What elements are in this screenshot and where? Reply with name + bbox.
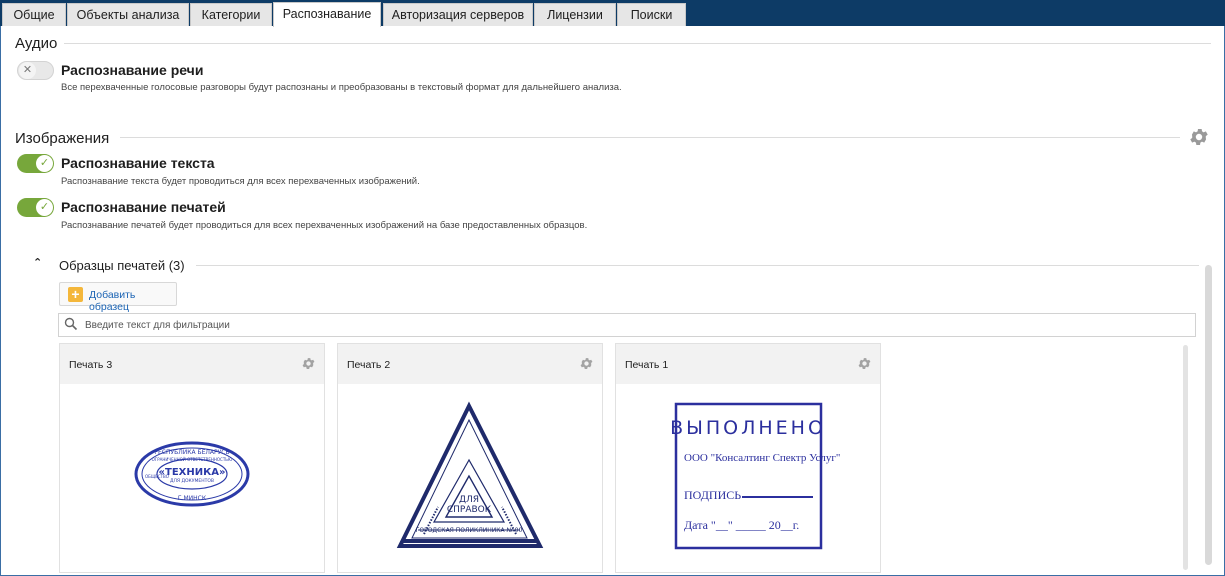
svg-text:ГОРОДСКАЯ ПОЛИКЛИНИКА № 00: ГОРОДСКАЯ ПОЛИКЛИНИКА № 00 xyxy=(416,527,523,534)
tab-server-auth[interactable]: Авторизация серверов xyxy=(383,3,533,26)
stamp-image-triangle: ДЛЯ СПРАВОК ГОРОДСКАЯ ПОЛИКЛИНИКА № 00 xyxy=(338,384,602,574)
tab-categories[interactable]: Категории xyxy=(190,3,272,26)
add-sample-button[interactable]: + Добавить образец xyxy=(59,282,177,313)
samples-divider xyxy=(196,265,1199,266)
tab-licenses[interactable]: Лицензии xyxy=(534,3,616,26)
svg-text:СПРАВОК: СПРАВОК xyxy=(447,505,492,515)
svg-text:ДЛЯ: ДЛЯ xyxy=(459,495,479,505)
tab-bar: Общие Объекты анализа Категории Распозна… xyxy=(0,0,1225,27)
card-header: Печать 3 xyxy=(60,344,324,384)
svg-text:Г.МИНСК: Г.МИНСК xyxy=(178,495,207,502)
search-icon xyxy=(64,317,78,336)
filter-field[interactable] xyxy=(58,313,1196,337)
tab-recognition[interactable]: Распознавание xyxy=(273,2,381,27)
tab-general[interactable]: Общие xyxy=(2,3,66,26)
text-recognition-label: Распознавание текста xyxy=(61,155,215,171)
check-icon: ✓ xyxy=(36,155,53,172)
svg-text:РЕСПУБЛИКА БЕЛАРУСЬ: РЕСПУБЛИКА БЕЛАРУСЬ xyxy=(154,449,229,456)
stamp-samples-title: Образцы печатей (3) xyxy=(59,258,185,273)
check-icon: ✓ xyxy=(36,199,53,216)
card-settings-gear-icon[interactable] xyxy=(301,356,316,376)
svg-text:ООО "Консалтинг Спектр Услуг": ООО "Консалтинг Спектр Услуг" xyxy=(684,452,840,464)
svg-text:ОГРАНИЧЕННОЙ ОТВЕТСТВЕННОСТЬЮ: ОГРАНИЧЕННОЙ ОТВЕТСТВЕННОСТЬЮ xyxy=(152,457,233,462)
speech-recognition-label: Распознавание речи xyxy=(61,62,204,78)
stamp-recognition-toggle[interactable]: ✓ xyxy=(17,198,54,217)
card-settings-gear-icon[interactable] xyxy=(579,356,594,376)
tab-analysis-objects[interactable]: Объекты анализа xyxy=(67,3,189,26)
text-recognition-toggle[interactable]: ✓ xyxy=(17,154,54,173)
audio-divider xyxy=(64,43,1211,44)
svg-text:ДЛЯ ДОКУМЕНТОВ: ДЛЯ ДОКУМЕНТОВ xyxy=(170,478,214,484)
svg-text:ВЫПОЛНЕНО: ВЫПОЛНЕНО xyxy=(670,417,826,439)
card-title: Печать 1 xyxy=(625,359,669,371)
stamp-image-rectangle: ВЫПОЛНЕНО ООО "Консалтинг Спектр Услуг" … xyxy=(616,384,880,574)
card-title: Печать 2 xyxy=(347,359,391,371)
svg-text:ОБЩЕСТВО: ОБЩЕСТВО xyxy=(145,474,169,479)
svg-text:ПОДПИСЬ: ПОДПИСЬ xyxy=(684,488,741,502)
filter-input[interactable] xyxy=(85,317,1185,333)
outer-scrollbar[interactable] xyxy=(1205,265,1212,565)
cards-scrollbar[interactable] xyxy=(1183,345,1188,570)
close-icon: ✕ xyxy=(19,62,36,79)
card-settings-gear-icon[interactable] xyxy=(857,356,872,376)
stamp-image-oval: РЕСПУБЛИКА БЕЛАРУСЬ ОГРАНИЧЕННОЙ ОТВЕТСТ… xyxy=(60,384,324,574)
stamp-recognition-label: Распознавание печатей xyxy=(61,199,226,215)
add-sample-label: Добавить образец xyxy=(89,289,136,313)
images-settings-gear-icon[interactable] xyxy=(1188,126,1210,153)
plus-icon: + xyxy=(68,287,83,302)
card-title: Печать 3 xyxy=(69,359,113,371)
tab-searches[interactable]: Поиски xyxy=(617,3,686,26)
images-divider xyxy=(120,137,1180,138)
speech-recognition-toggle[interactable]: ✕ xyxy=(17,61,54,80)
svg-text:Дата "__" _____ 20__г.: Дата "__" _____ 20__г. xyxy=(684,518,799,532)
text-recognition-description: Распознавание текста будет проводиться д… xyxy=(61,176,420,187)
collapse-chevron-up-icon[interactable]: ⌃ xyxy=(33,256,42,269)
speech-recognition-description: Все перехваченные голосовые разговоры бу… xyxy=(61,82,622,93)
stamp-recognition-description: Распознавание печатей будет проводиться … xyxy=(61,220,588,231)
card-header: Печать 1 xyxy=(616,344,880,384)
stamp-card[interactable]: Печать 3 РЕСПУБЛИКА БЕЛАРУСЬ ОГРАНИЧЕННО… xyxy=(59,343,325,573)
images-section-title: Изображения xyxy=(15,130,110,147)
audio-section-title: Аудио xyxy=(15,35,58,52)
stamp-card[interactable]: Печать 1 ВЫПОЛНЕНО ООО "Консалтинг Спект… xyxy=(615,343,881,573)
stamp-card[interactable]: Печать 2 ДЛЯ СПРАВОК ГОРОДСКАЯ ПОЛИКЛИНИ… xyxy=(337,343,603,573)
card-header: Печать 2 xyxy=(338,344,602,384)
